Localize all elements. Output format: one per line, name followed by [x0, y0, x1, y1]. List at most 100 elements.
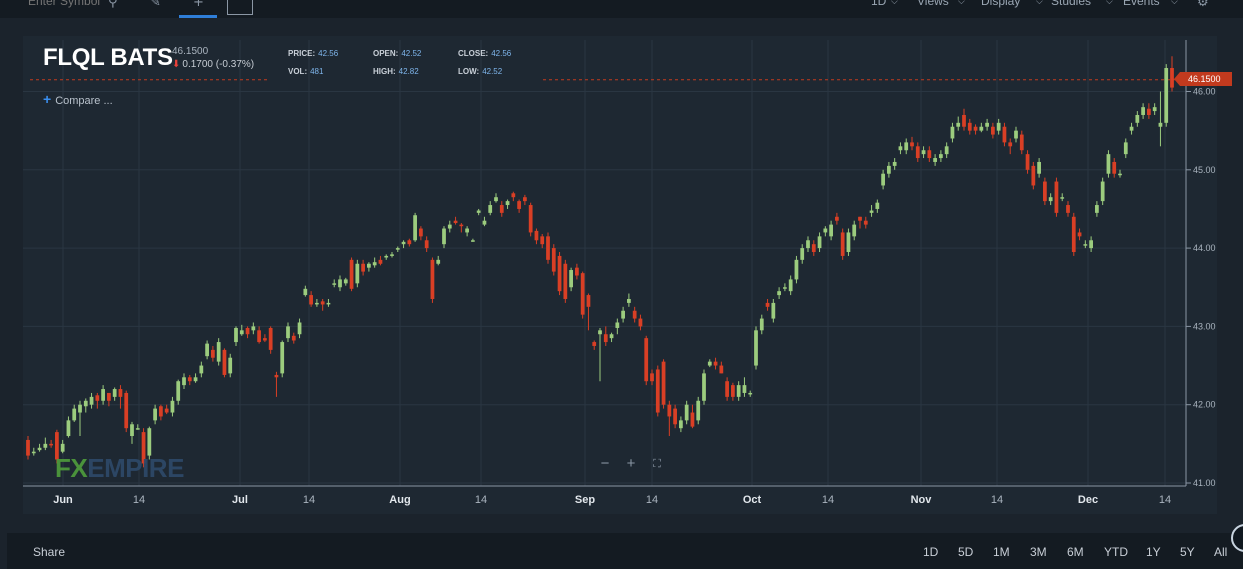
- share-button[interactable]: Share: [33, 545, 65, 559]
- candle-body: [1100, 181, 1105, 202]
- candle-body: [1019, 134, 1024, 151]
- candle-body: [788, 279, 793, 292]
- candle-body: [551, 248, 556, 272]
- candle-body: [696, 400, 701, 421]
- range-button-ytd[interactable]: YTD: [1104, 545, 1128, 559]
- candle-body: [1083, 244, 1088, 246]
- zoom-in-button[interactable]: +: [622, 456, 640, 472]
- candle-body: [182, 377, 186, 386]
- stat-label: PRICE:: [288, 49, 316, 58]
- candle-body: [37, 447, 42, 451]
- candle-body: [286, 326, 290, 339]
- candle-body: [251, 326, 256, 331]
- candle-body: [1071, 216, 1076, 253]
- candle-body: [598, 330, 602, 335]
- candle-body: [459, 224, 464, 227]
- candle-body: [476, 210, 481, 213]
- candle-body: [89, 396, 94, 405]
- price-change: ⬇ 0.1700 (-0.37%): [172, 59, 254, 70]
- stat-high: HIGH: 42.82: [373, 67, 419, 76]
- candle-body: [395, 248, 400, 250]
- x-tick-label: 14: [1159, 494, 1171, 506]
- fullscreen-icon[interactable]: ⛶: [648, 456, 666, 472]
- x-tick-label: 14: [822, 494, 834, 506]
- candle-body: [523, 197, 527, 202]
- candlestick-chart[interactable]: 41.00 42.00 43.00 44.00 45.00 46.00 Jun 14 Jul 14…: [0, 0, 1243, 569]
- candle-body: [655, 369, 660, 413]
- stat-open: OPEN: 42.52: [373, 49, 421, 58]
- candle-body: [835, 216, 839, 221]
- candle-body: [430, 259, 435, 299]
- candle-body: [222, 349, 227, 375]
- zoom-out-button[interactable]: −: [596, 456, 614, 472]
- y-tick-label: 46.00: [1193, 87, 1216, 97]
- stat-value: 42.56: [318, 49, 339, 58]
- x-tick-label: Jun: [53, 494, 73, 506]
- range-button-1y[interactable]: 1Y: [1146, 545, 1161, 559]
- range-button-all[interactable]: All: [1214, 545, 1227, 559]
- x-tick-label: Oct: [743, 494, 762, 506]
- candle-body: [910, 142, 914, 147]
- candle-body: [933, 158, 937, 162]
- candle-body: [765, 302, 770, 307]
- candle-body: [1048, 197, 1053, 202]
- range-button-5y[interactable]: 5Y: [1180, 545, 1195, 559]
- logo-empire: EMPIRE: [87, 453, 184, 483]
- stat-close: CLOSE: 42.56: [458, 49, 511, 58]
- candle-body: [436, 259, 441, 264]
- candle-body: [846, 232, 851, 253]
- candle-body: [794, 259, 799, 280]
- plus-icon: +: [43, 91, 52, 107]
- current-price-tag: 46.1500: [1174, 72, 1232, 86]
- candle-body: [338, 279, 342, 288]
- stat-low: LOW: 42.52: [458, 67, 502, 76]
- candle-body: [742, 385, 747, 393]
- candle-body: [1147, 108, 1151, 115]
- stat-price: PRICE: 42.56: [288, 49, 338, 58]
- candle-body: [1164, 68, 1169, 123]
- candle-body: [650, 373, 654, 382]
- candle-body: [915, 146, 920, 159]
- candle-body: [1095, 205, 1099, 213]
- candle-body: [332, 283, 337, 285]
- candle-body: [107, 392, 111, 401]
- candle-body: [1129, 126, 1134, 131]
- candle-body: [234, 327, 238, 343]
- candle-body: [1141, 107, 1145, 115]
- candle-body: [661, 361, 666, 405]
- range-button-3m[interactable]: 3M: [1030, 545, 1047, 559]
- candle-body: [268, 327, 273, 350]
- range-button-1m[interactable]: 1M: [993, 545, 1010, 559]
- candle-body: [72, 408, 77, 421]
- range-button-1d[interactable]: 1D: [923, 545, 938, 559]
- compare-button[interactable]: + Compare ...: [43, 91, 113, 107]
- candle-body: [118, 389, 123, 397]
- stat-vol: VOL: 481: [288, 67, 323, 76]
- candle-body: [621, 310, 625, 319]
- candle-body: [384, 255, 389, 258]
- candle-body: [43, 443, 48, 448]
- candle-body: [979, 126, 984, 131]
- range-button-5d[interactable]: 5D: [958, 545, 973, 559]
- candle-body: [315, 302, 319, 305]
- candle-body: [996, 122, 1001, 131]
- candle-body: [956, 122, 961, 127]
- candle-body: [499, 205, 504, 213]
- candle-body: [777, 291, 781, 296]
- stat-value: 481: [310, 67, 324, 76]
- candle-body: [713, 361, 718, 366]
- candle-body: [1158, 122, 1163, 127]
- range-button-6m[interactable]: 6M: [1067, 545, 1084, 559]
- x-tick-label: 14: [646, 494, 658, 506]
- candle-body: [187, 377, 192, 382]
- candle-body: [679, 420, 683, 429]
- candle-body: [488, 205, 493, 213]
- candle-body: [135, 428, 140, 430]
- candle-body: [638, 318, 643, 327]
- last-price: 46.1500: [172, 46, 209, 57]
- candle-body: [898, 146, 903, 151]
- candle-body: [783, 287, 787, 289]
- candle-body: [401, 241, 406, 245]
- candle-body: [985, 122, 989, 127]
- x-tick-label: Dec: [1078, 494, 1098, 506]
